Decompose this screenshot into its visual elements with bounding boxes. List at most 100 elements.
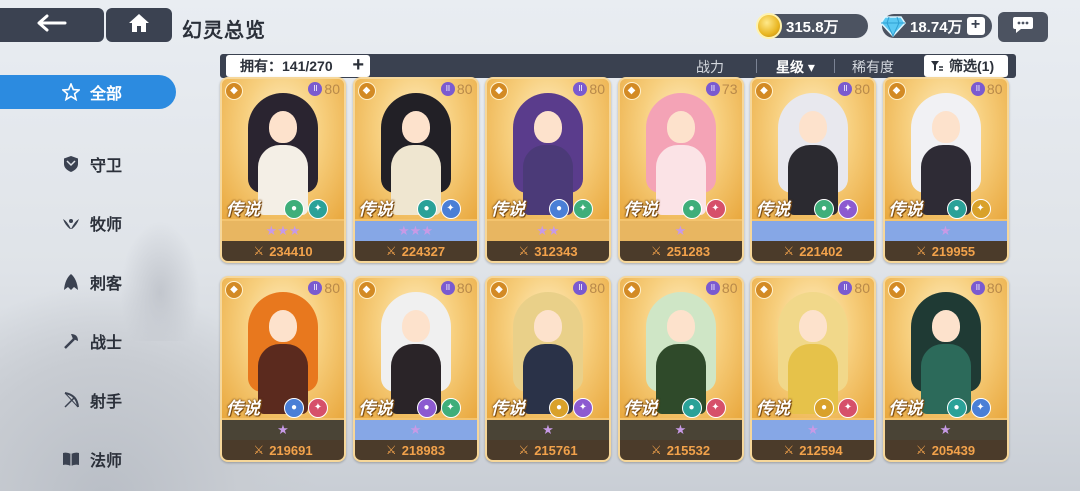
character-card[interactable]: ◆ II 80 传说 ● ✦ ★★ ⚔ 312343 (485, 77, 611, 263)
rarity-label: 传说 (226, 399, 260, 418)
power-value: 219691 (269, 442, 313, 458)
character-portrait: ◆ II 80 传说 ● ✦ (487, 79, 609, 219)
sidebar-item-label: 守卫 (90, 157, 123, 175)
chevron-down-icon: ▾ (807, 59, 815, 75)
sidebar-item-assassin[interactable]: 刺客 (0, 252, 180, 311)
crossed-swords-icon: ⚔ (650, 244, 662, 258)
character-face (534, 111, 562, 143)
star-rating: ★ (354, 420, 477, 440)
character-face (269, 111, 297, 143)
character-portrait: ◆ II 80 传说 ● ✦ (619, 278, 742, 418)
sidebar-item-label: 射手 (90, 393, 123, 411)
sort-power[interactable]: 战力 (696, 57, 724, 77)
crossed-swords-icon: ⚔ (783, 443, 795, 457)
level-indicator: II 80 (308, 81, 340, 97)
star-rating-value: ★ (939, 422, 952, 437)
back-button[interactable] (0, 8, 104, 42)
star-rating-value: ★★★ (265, 223, 301, 238)
star-rating: ★ (619, 420, 742, 440)
element-icon: ● (284, 398, 304, 418)
crossed-swords-icon: ⚔ (253, 443, 265, 457)
character-card[interactable]: ◆ II 80 传说 ● ✦ ⚔ 221402 (750, 77, 876, 263)
class-badge-icon: ◆ (755, 281, 773, 299)
crossed-swords-icon: ⚔ (783, 244, 795, 258)
level-value: 80 (456, 81, 473, 97)
class-badge-icon: ◆ (887, 82, 906, 100)
element-icon: ● (814, 398, 834, 418)
rarity-label: 传说 (491, 200, 525, 219)
gem-counter[interactable]: 18.74万 + (880, 14, 992, 38)
class-sidebar: 全部 守卫 牧师 刺客 战士 射手 法师 (0, 72, 180, 488)
character-card[interactable]: ◆ II 80 传说 ● ✦ ★ ⚔ 218983 (352, 276, 479, 462)
power-bar: ⚔ 221402 (752, 241, 874, 261)
character-card[interactable]: ◆ II 80 传说 ● ✦ ★ ⚔ 219691 (220, 276, 346, 462)
sidebar-item-warrior[interactable]: 战士 (0, 311, 180, 370)
character-card[interactable]: ◆ II 80 传说 ● ✦ ★ ⚔ 205439 (882, 276, 1009, 462)
character-card[interactable]: ◆ II 73 传说 ● ✦ ★ ⚔ 251283 (617, 77, 744, 263)
crossed-swords-icon: ⚔ (518, 443, 530, 457)
sidebar-item-guardian[interactable]: 守卫 (0, 134, 180, 193)
chat-button[interactable] (998, 12, 1048, 42)
level-indicator: II 80 (573, 280, 605, 296)
filter-button[interactable]: 筛选(1) (924, 55, 1008, 77)
star-rating: ★★★ (354, 221, 477, 241)
crossed-swords-icon: ⚔ (650, 443, 662, 457)
star-rating-value: ★ (542, 422, 554, 437)
character-card[interactable]: ◆ II 80 传说 ● ✦ ★ ⚔ 215761 (485, 276, 611, 462)
character-card[interactable]: ◆ II 80 传说 ● ✦ ★ ⚔ 215532 (617, 276, 744, 462)
sidebar-item-archer[interactable]: 射手 (0, 370, 180, 429)
level-value: 80 (986, 81, 1003, 97)
add-gems-button[interactable]: + (966, 17, 985, 35)
awaken-icon: II (705, 82, 720, 96)
element-icon: ✦ (308, 398, 328, 418)
sidebar-item-priest[interactable]: 牧师 (0, 193, 180, 252)
level-indicator: II 80 (838, 280, 870, 296)
power-bar: ⚔ 234410 (222, 241, 344, 261)
rarity-label: 传说 (888, 200, 923, 219)
element-icon: ● (946, 199, 967, 219)
element-icon: ● (416, 199, 437, 219)
owned-count: 拥有：141/270 (240, 58, 333, 74)
gold-coin-icon (756, 13, 782, 39)
level-indicator: II 80 (573, 81, 605, 97)
element-icon: ● (681, 199, 702, 219)
character-card[interactable]: ◆ II 80 传说 ● ✦ ★★★ ⚔ 224327 (352, 77, 479, 263)
sort-rarity[interactable]: 稀有度 (852, 57, 894, 77)
character-face (401, 310, 430, 342)
gold-counter[interactable]: 315.8万 (756, 13, 868, 39)
element-icon: ● (814, 199, 834, 219)
power-bar: ⚔ 215761 (487, 440, 609, 460)
element-icon: ✦ (838, 199, 858, 219)
sort-star[interactable]: 星级 ▾ (776, 57, 815, 77)
star-rating-value: ★ (409, 422, 422, 437)
home-button[interactable] (106, 8, 172, 42)
sidebar-item-all[interactable]: 全部 (0, 75, 176, 109)
character-card[interactable]: ◆ II 80 传说 ● ✦ ★ ⚔ 212594 (750, 276, 876, 462)
class-badge-icon: ◆ (490, 281, 508, 299)
power-value: 224327 (401, 243, 446, 259)
chat-bubble-icon (1012, 16, 1034, 39)
class-badge-icon: ◆ (490, 82, 508, 100)
rarity-label: 传说 (888, 399, 923, 418)
owned-count-button[interactable]: 拥有：141/270 + (226, 55, 370, 77)
sidebar-item-mage[interactable]: 法师 (0, 429, 180, 488)
level-indicator: II 80 (308, 280, 340, 296)
level-value: 80 (854, 81, 870, 97)
level-value: 80 (456, 280, 473, 296)
star-rating-value: ★★ (536, 223, 560, 238)
star-rating-value: ★ (807, 422, 819, 437)
power-value: 205439 (931, 442, 976, 458)
awaken-icon: II (440, 281, 455, 295)
sidebar-item-label: 牧师 (90, 216, 123, 234)
star-rating: ★★★ (222, 221, 344, 241)
element-icon: ✦ (308, 199, 328, 219)
character-card[interactable]: ◆ II 80 传说 ● ✦ ★ ⚔ 219955 (882, 77, 1009, 263)
shield-icon (62, 155, 80, 173)
page-title: 幻灵总览 (182, 20, 266, 42)
class-badge-icon: ◆ (622, 82, 641, 100)
power-value: 215532 (666, 442, 711, 458)
level-indicator: II 80 (705, 280, 738, 296)
level-value: 80 (721, 280, 738, 296)
character-card[interactable]: ◆ II 80 传说 ● ✦ ★★★ ⚔ 234410 (220, 77, 346, 263)
expand-capacity-icon: + (352, 54, 364, 76)
